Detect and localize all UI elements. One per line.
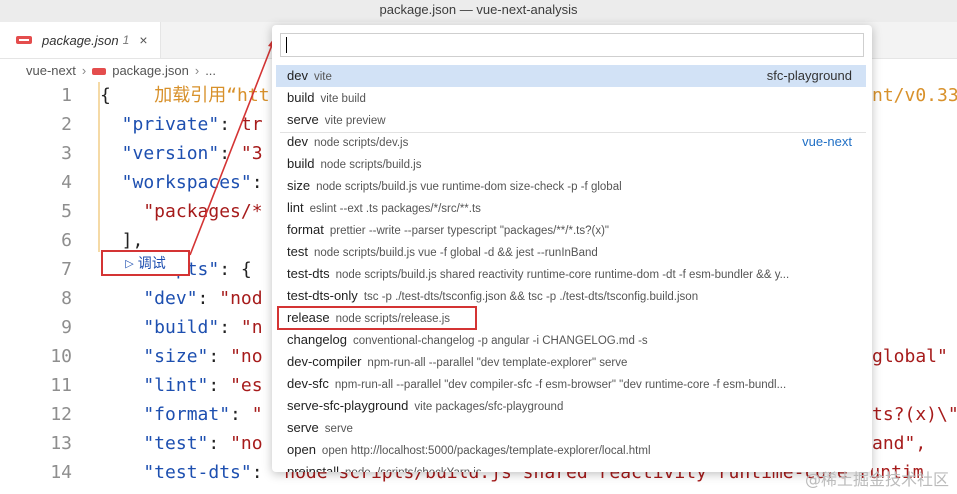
quick-pick-item-build[interactable]: build vite build <box>276 87 866 109</box>
release-highlight-annotation <box>277 306 477 330</box>
script-command: vite <box>313 71 332 83</box>
script-command: eslint --ext .ts packages/*/src/**.ts <box>309 203 481 215</box>
script-name: test-dts-only <box>287 288 358 303</box>
script-name: preinstall <box>287 464 340 472</box>
script-name: size <box>287 178 311 193</box>
workspace-group-label: sfc-playground <box>766 68 852 83</box>
script-command: vite preview <box>324 115 386 127</box>
script-name: dev-sfc <box>287 376 329 391</box>
script-command: npm-run-all --parallel "dev template-exp… <box>367 357 628 369</box>
script-name: open <box>287 442 316 457</box>
quick-pick-item-open[interactable]: open open http://localhost:5000/packages/… <box>276 439 866 461</box>
script-quick-pick: dev vite sfc-playground build vite build serv… <box>272 25 872 472</box>
quick-pick-item-test-dts-only[interactable]: test-dts-only tsc -p ./test-dts/tsconfig.… <box>276 285 866 307</box>
quick-pick-item-serve-sfc-playground[interactable]: serve-sfc-playground vite packages/sfc-pl… <box>276 395 866 417</box>
quick-pick-item-dev[interactable]: dev node scripts/dev.js vue-next <box>276 131 866 153</box>
quick-pick-item-serve[interactable]: serve vite preview <box>276 109 866 131</box>
script-name: build <box>287 90 315 105</box>
script-name: test-dts <box>287 266 330 281</box>
script-name: dev <box>287 68 308 83</box>
quick-pick-item-lint[interactable]: lint eslint --ext .ts packages/*/src/**.t… <box>276 197 866 219</box>
quick-pick-item-preinstall[interactable]: preinstall node ./scripts/checkYarn.js <box>276 461 866 472</box>
quick-pick-item-test[interactable]: test node scripts/build.js vue -f global … <box>276 241 866 263</box>
quick-pick-item-size[interactable]: size node scripts/build.js vue runtime-do… <box>276 175 866 197</box>
quick-pick-item-dev-compiler[interactable]: dev-compiler npm-run-all --parallel "dev … <box>276 351 866 373</box>
script-command: conventional-changelog -p angular -i CHA… <box>353 335 648 347</box>
script-command: prettier --write --parser typescript "pa… <box>329 225 609 237</box>
script-command: node scripts/build.js shared reactivity … <box>335 269 790 281</box>
script-name: build <box>287 156 315 171</box>
script-command: open http://localhost:5000/packages/temp… <box>321 445 651 457</box>
script-name: dev <box>287 134 308 149</box>
script-command: node scripts/dev.js <box>313 137 409 149</box>
script-name: changelog <box>287 332 347 347</box>
script-command: serve <box>324 423 353 435</box>
script-name: serve <box>287 420 319 435</box>
script-name: serve-sfc-playground <box>287 398 409 413</box>
quick-pick-item-test-dts[interactable]: test-dts node scripts/build.js shared rea… <box>276 263 866 285</box>
script-name: format <box>287 222 324 237</box>
script-command: tsc -p ./test-dts/tsconfig.json && tsc -… <box>363 291 699 303</box>
quick-pick-item-dev-sfc[interactable]: dev-sfc npm-run-all --parallel "dev compi… <box>276 373 866 395</box>
watermark: @稀土掘金技术社区 <box>804 470 949 489</box>
workspace-group-label: vue-next <box>802 134 852 149</box>
script-name: test <box>287 244 308 259</box>
script-command: node ./scripts/checkYarn.js <box>345 467 482 472</box>
script-command: node scripts/build.js vue -f global -d &… <box>313 247 598 259</box>
script-name: dev-compiler <box>287 354 362 369</box>
text-caret <box>286 37 287 53</box>
quick-pick-input[interactable] <box>280 33 864 57</box>
quick-pick-item-format[interactable]: format prettier --write --parser typescri… <box>276 219 866 241</box>
script-command: node scripts/build.js vue runtime-dom si… <box>316 181 622 193</box>
quick-pick-item-build[interactable]: build node scripts/build.js <box>276 153 866 175</box>
script-name: serve <box>287 112 319 127</box>
script-command: vite build <box>320 93 366 105</box>
script-command: npm-run-all --parallel "dev compiler-sfc… <box>334 379 787 391</box>
script-command: node scripts/build.js <box>320 159 422 171</box>
quick-pick-item-dev[interactable]: dev vite sfc-playground <box>276 65 866 87</box>
script-command: vite packages/sfc-playground <box>414 401 564 413</box>
script-name: lint <box>287 200 304 215</box>
quick-pick-item-changelog[interactable]: changelog conventional-changelog -p angul… <box>276 329 866 351</box>
quick-pick-item-serve[interactable]: serve serve <box>276 417 866 439</box>
